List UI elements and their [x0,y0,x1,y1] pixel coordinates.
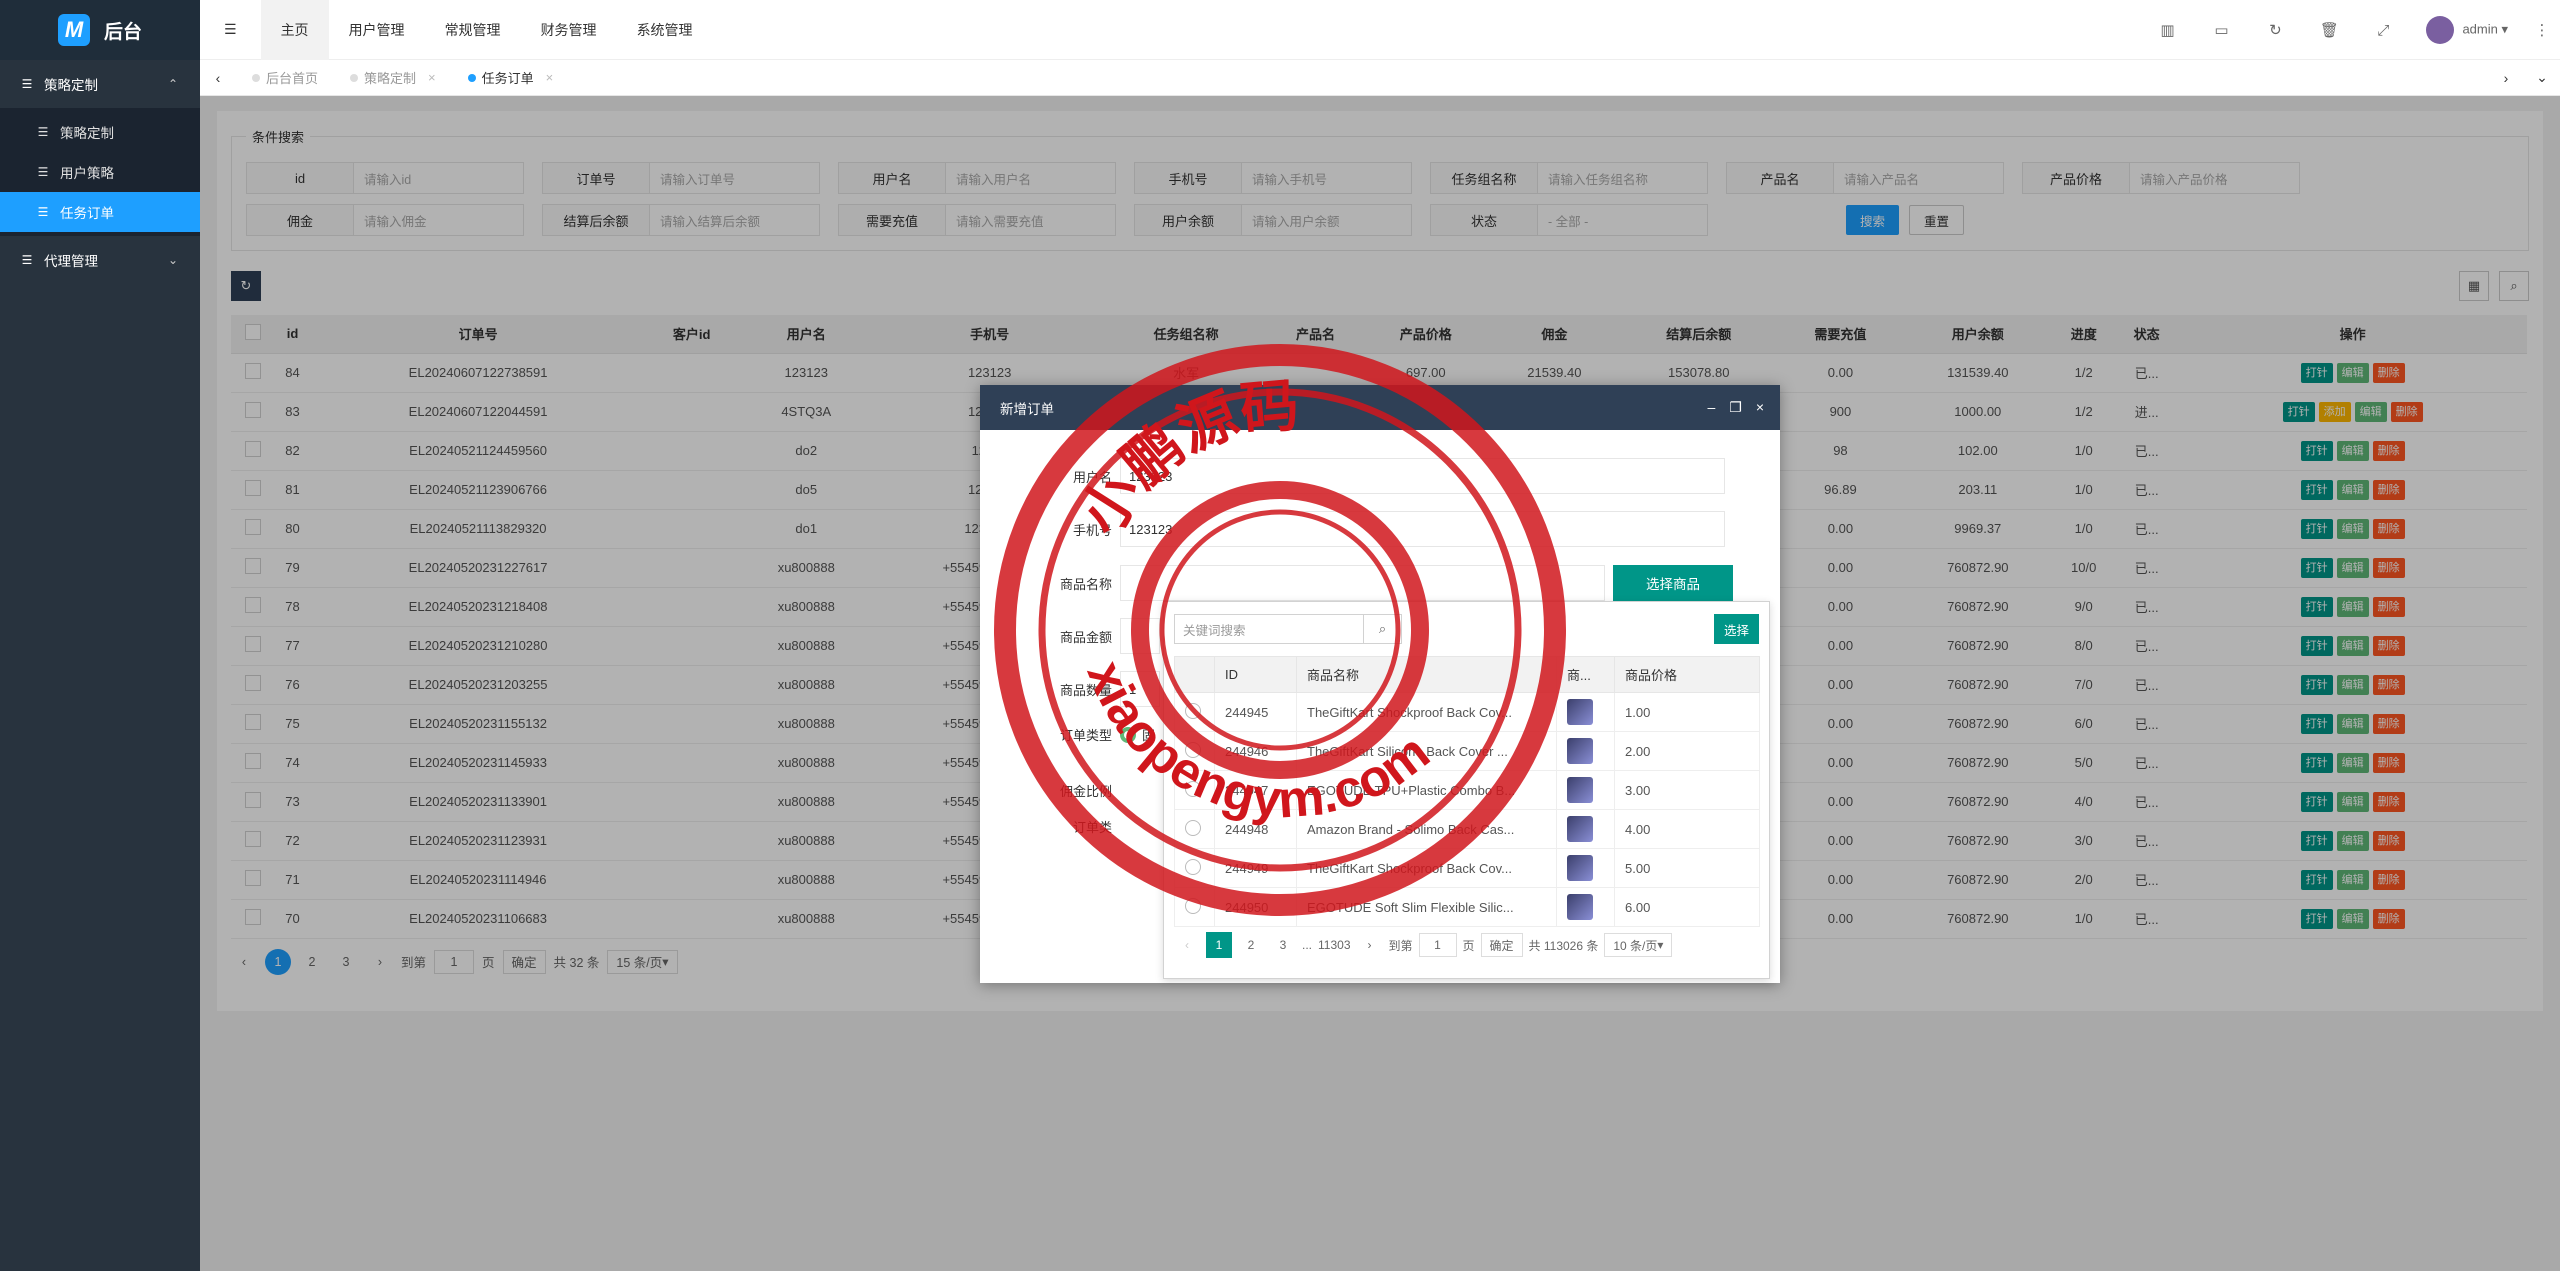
chart-icon[interactable]: ▥ [2140,21,2194,39]
tab-dot [350,73,359,82]
product-thumbnail [1567,855,1593,881]
tab-home[interactable]: 后台首页 [236,60,334,96]
fullscreen-icon[interactable]: ⤢ [2356,22,2410,39]
page-2[interactable]: 2 [1238,932,1264,958]
sidebar-item-user-strategy[interactable]: ☰ 用户策略 [0,152,200,192]
ellipsis: ... [1302,938,1313,952]
page-unit: 页 [1462,938,1475,953]
product-thumbnail [1567,699,1593,725]
total-count: 共 113026 条 [1528,938,1599,953]
list-icon: ☰ [21,77,33,91]
product-thumbnail [1567,738,1593,764]
next-icon[interactable]: › [1357,932,1383,958]
page-1[interactable]: 1 [1206,932,1232,958]
product-thumbnail [1567,816,1593,842]
sidebar-item-label: 任务订单 [60,206,114,221]
topnav-finance[interactable]: 财务管理 [521,0,617,60]
username: admin [2462,21,2498,37]
topnav-home[interactable]: 主页 [260,0,329,60]
topnav-general[interactable]: 常规管理 [425,0,521,60]
list-icon: ☰ [37,125,49,139]
chevron-down-icon[interactable]: ⌄ [2524,60,2560,96]
maximize-icon[interactable]: ❐ [1729,399,1742,416]
col-price: 商品价格 [1614,656,1760,693]
tab-strategy[interactable]: 策略定制 × [334,60,452,96]
product-price: 3.00 [1614,770,1760,810]
topnav-system[interactable]: 系统管理 [617,0,713,60]
sidebar: M 后台 ☰ 策略定制 ⌃ ☰ 策略定制 ☰ 用户策略 ☰ 任务订单 ☰ 代理管理 ⌄ [0,0,200,1271]
sidebar-item-label: 策略定制 [60,126,114,141]
product-price: 5.00 [1614,848,1760,888]
goto-input[interactable]: 1 [1418,933,1457,957]
sidebar-item-task-order[interactable]: ☰ 任务订单 [0,192,200,232]
product-price: 4.00 [1614,809,1760,849]
menu-toggle-icon[interactable]: ☰ [200,0,261,60]
page-size-select[interactable]: 10 条/页 ▾ [1604,933,1673,957]
page-size-value: 10 条/页 [1613,938,1658,953]
list-icon: ☰ [37,165,49,179]
topnav-users[interactable]: 用户管理 [329,0,425,60]
chevron-down-icon: ⌄ [167,253,178,267]
trash-icon[interactable]: 🗑 [2302,21,2356,39]
sidebar-submenu: ☰ 策略定制 ☰ 用户策略 ☰ 任务订单 [0,108,200,236]
top-bar: ☰ 主页 用户管理 常规管理 财务管理 系统管理 ▥ ▭ ↻ 🗑 ⤢ admin… [200,0,2560,60]
user-menu[interactable]: admin ▾ [2410,16,2524,44]
sidebar-group-label: 策略定制 [44,78,98,93]
goto-confirm-button[interactable]: 确定 [1480,933,1523,957]
top-right-tools: ▥ ▭ ↻ 🗑 ⤢ admin ▾ ⋮ [2140,0,2560,60]
product-thumbnail [1567,777,1593,803]
list-icon: ☰ [21,253,33,267]
close-icon[interactable]: × [428,70,436,85]
more-icon[interactable]: ⋮ [2524,21,2560,39]
sidebar-group-strategy[interactable]: ☰ 策略定制 ⌃ [0,60,200,108]
card-icon[interactable]: ▭ [2194,21,2248,39]
tab-label: 后台首页 [266,71,319,86]
tab-dot [467,73,476,82]
page-3[interactable]: 3 [1270,932,1296,958]
tab-label: 任务订单 [481,71,534,86]
sidebar-group-agent[interactable]: ☰ 代理管理 ⌄ [0,236,200,284]
product-price: 1.00 [1614,692,1760,732]
product-price: 2.00 [1614,731,1760,771]
page-last[interactable]: 11303 [1318,932,1350,958]
sidebar-item-strategy[interactable]: ☰ 策略定制 [0,112,200,152]
chevron-up-icon: ⌃ [167,77,178,91]
logo[interactable]: M 后台 [0,0,200,60]
tab-task-order[interactable]: 任务订单 × [452,60,570,96]
sidebar-group-label: 代理管理 [44,254,98,269]
watermark-stamp: 小鹏源码 xiaopengym.com [994,344,1566,916]
tab-bar: ‹ 后台首页 策略定制 × 任务订单 × › ⌄ [200,60,2560,96]
sidebar-item-label: 用户策略 [60,166,114,181]
product-thumbnail [1567,894,1593,920]
refresh-icon[interactable]: ↻ [2248,21,2302,39]
select-product-button[interactable]: 选择商品 [1613,565,1733,601]
avatar [2426,16,2455,44]
tab-dot [252,73,260,82]
product-price: 6.00 [1614,887,1760,927]
tab-label: 策略定制 [364,71,417,86]
select-button[interactable]: 选择 [1713,614,1759,644]
list-icon: ☰ [37,205,49,219]
goto-label: 到第 [1388,938,1413,953]
close-icon[interactable]: × [1756,399,1764,416]
chevron-right-icon[interactable]: › [2488,60,2524,96]
logo-icon: M [57,14,90,46]
close-icon[interactable]: × [546,70,554,85]
prev-icon[interactable]: ‹ [1174,932,1200,958]
app-title: 后台 [103,21,142,43]
picker-pagination: ‹ 1 2 3 ... 11303 › 到第 1 页 确定 共 113026 条… [1174,932,1673,958]
chevron-left-icon[interactable]: ‹ [200,60,236,96]
minimize-icon[interactable]: – [1707,399,1715,416]
